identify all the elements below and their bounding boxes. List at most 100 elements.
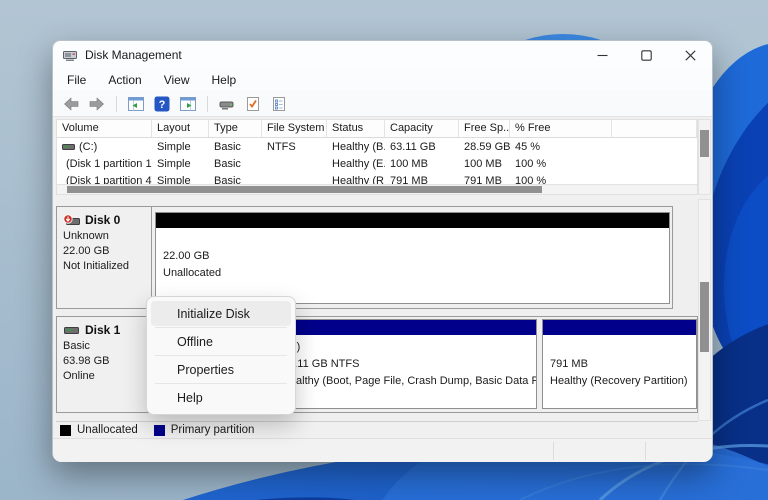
- column-header-status[interactable]: Status: [327, 120, 385, 137]
- disk1-recovery-partition-region[interactable]: 791 MB Healthy (Recovery Partition): [542, 319, 697, 409]
- menu-item-properties[interactable]: Properties: [151, 357, 291, 382]
- maximize-button[interactable]: [624, 41, 668, 69]
- menu-item-offline[interactable]: Offline: [151, 329, 291, 354]
- toolbar: ?: [53, 91, 712, 117]
- status-bar: [53, 438, 712, 462]
- toolbar-separator: [116, 96, 117, 112]
- region-color-band: [275, 320, 536, 335]
- column-header-file-system[interactable]: File System: [262, 120, 327, 137]
- volume-table-header: Volume Layout Type File System Status Ca…: [57, 120, 697, 138]
- region-color-band: [156, 213, 669, 228]
- cell-status: Healthy (E...: [327, 158, 385, 170]
- properties-icon: [271, 96, 287, 112]
- console-tree-icon: [128, 96, 144, 112]
- region-size: 22.00 GB: [163, 248, 669, 265]
- titlebar: Disk Management: [53, 41, 712, 69]
- status-bar-separator: [553, 442, 554, 460]
- horizontal-scrollbar-thumb[interactable]: [67, 186, 542, 193]
- column-header-volume[interactable]: Volume: [57, 120, 152, 137]
- disk0-type: Unknown: [63, 230, 147, 242]
- horizontal-scrollbar[interactable]: [57, 184, 697, 194]
- disk1-header[interactable]: Disk 1 Basic 63.98 GB Online: [57, 317, 152, 412]
- window-controls: [580, 41, 712, 69]
- region-label: (C:): [282, 339, 536, 356]
- show-console-tree-button[interactable]: [126, 95, 146, 113]
- help-button[interactable]: ?: [152, 95, 172, 113]
- menu-separator: [155, 383, 287, 384]
- cell-pct-free: 100 %: [510, 158, 612, 170]
- help-icon: ?: [154, 96, 170, 112]
- disk-tool-button[interactable]: [217, 95, 237, 113]
- primary-partition-swatch: [154, 425, 165, 436]
- menu-item-help[interactable]: Help: [151, 385, 291, 410]
- cell-file-system: NTFS: [262, 141, 327, 153]
- back-button[interactable]: [61, 95, 81, 113]
- volume-list-panel: Volume Layout Type File System Status Ca…: [56, 119, 698, 195]
- column-header-free-space[interactable]: Free Sp...: [459, 120, 510, 137]
- task-check-button[interactable]: [243, 95, 263, 113]
- cell-free-space: 100 MB: [459, 158, 510, 170]
- toolbar-separator: [207, 96, 208, 112]
- volume-name: (C:): [79, 141, 97, 153]
- disk0-size: 22.00 GB: [63, 245, 147, 257]
- region-size: 791 MB: [550, 356, 696, 373]
- cell-type: Basic: [209, 141, 262, 153]
- disk-management-app-icon: [63, 48, 77, 62]
- desktop: Disk Management File Action View Help: [0, 0, 768, 500]
- disk0-status: Not Initialized: [63, 260, 147, 272]
- disk-error-icon: [63, 214, 80, 227]
- scrollbar-thumb[interactable]: [700, 130, 709, 157]
- back-arrow-icon: [63, 96, 79, 112]
- menu-separator: [155, 355, 287, 356]
- disk1-size: 63.98 GB: [63, 355, 147, 367]
- minimize-icon: [597, 50, 608, 61]
- scrollbar-thumb[interactable]: [700, 282, 709, 352]
- disk1-type: Basic: [63, 340, 147, 352]
- menu-file[interactable]: File: [67, 73, 86, 87]
- disk0-name: Disk 0: [85, 213, 120, 227]
- close-icon: [685, 50, 696, 61]
- forward-button[interactable]: [87, 95, 107, 113]
- disk0-unallocated-region[interactable]: 22.00 GB Unallocated: [155, 212, 670, 304]
- graphical-view-vertical-scrollbar[interactable]: [698, 199, 711, 421]
- volume-table-rows: (C:) Simple Basic NTFS Healthy (B... 63.…: [57, 138, 697, 186]
- forward-arrow-icon: [89, 96, 105, 112]
- column-header-capacity[interactable]: Capacity: [385, 120, 459, 137]
- cell-volume: (C:): [57, 141, 152, 153]
- volume-name: (Disk 1 partition 1): [66, 158, 152, 170]
- maximize-icon: [641, 50, 652, 61]
- close-button[interactable]: [668, 41, 712, 69]
- table-row[interactable]: (Disk 1 partition 1) Simple Basic Health…: [57, 155, 697, 172]
- column-header-type[interactable]: Type: [209, 120, 262, 137]
- cell-capacity: 100 MB: [385, 158, 459, 170]
- column-header-pct-free[interactable]: % Free: [510, 120, 612, 137]
- cell-free-space: 28.59 GB: [459, 141, 510, 153]
- column-header-layout[interactable]: Layout: [152, 120, 209, 137]
- menu-help[interactable]: Help: [212, 73, 237, 87]
- minimize-button[interactable]: [580, 41, 624, 69]
- disk1-status: Online: [63, 370, 147, 382]
- region-status: Unallocated: [163, 265, 669, 282]
- action-pane-icon: [180, 96, 196, 112]
- menu-separator: [155, 327, 287, 328]
- properties-button[interactable]: [269, 95, 289, 113]
- disk-context-menu: Initialize Disk Offline Properties Help: [146, 296, 296, 415]
- unallocated-swatch: [60, 425, 71, 436]
- show-action-pane-button[interactable]: [178, 95, 198, 113]
- column-header-filler: [612, 120, 697, 137]
- disk1-c-partition-region[interactable]: (C:) 63.11 GB NTFS Healthy (Boot, Page F…: [274, 319, 537, 409]
- volume-list-vertical-scrollbar[interactable]: [698, 119, 711, 195]
- menu-item-initialize-disk[interactable]: Initialize Disk: [151, 301, 291, 326]
- table-row[interactable]: (C:) Simple Basic NTFS Healthy (B... 63.…: [57, 138, 697, 155]
- cell-layout: Simple: [152, 141, 209, 153]
- menu-bar: File Action View Help: [53, 69, 712, 91]
- svg-text:?: ?: [159, 99, 166, 111]
- checklist-icon: [245, 96, 261, 112]
- cell-capacity: 63.11 GB: [385, 141, 459, 153]
- cell-status: Healthy (B...: [327, 141, 385, 153]
- disk-icon: [63, 324, 80, 337]
- disk0-header[interactable]: Disk 0 Unknown 22.00 GB Not Initialized: [57, 207, 152, 308]
- menu-view[interactable]: View: [164, 73, 190, 87]
- cell-pct-free: 45 %: [510, 141, 612, 153]
- menu-action[interactable]: Action: [108, 73, 141, 87]
